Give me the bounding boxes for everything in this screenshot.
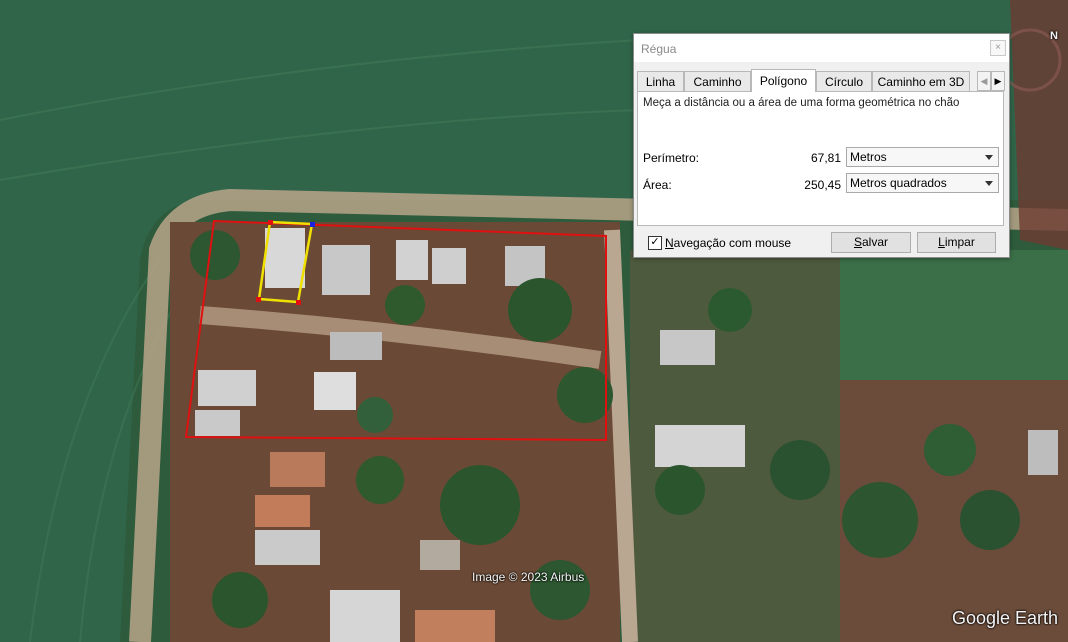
- tab-linha[interactable]: Linha: [637, 71, 684, 91]
- chevron-down-icon: [985, 155, 993, 160]
- mouse-navigation-label[interactable]: Navegação com mouse: [665, 236, 791, 250]
- clear-button[interactable]: Limpar: [917, 232, 996, 253]
- area-unit-select[interactable]: Metros quadrados: [846, 173, 999, 193]
- dialog-titlebar[interactable]: Régua ×: [634, 34, 1009, 62]
- chevron-down-icon: [985, 181, 993, 186]
- vertex-handle-active[interactable]: [310, 222, 315, 227]
- tab-scroll-right-icon[interactable]: ▶: [991, 71, 1005, 91]
- dialog-title: Régua: [641, 42, 677, 56]
- area-label: Área:: [643, 178, 672, 192]
- area-unit-value: Metros quadrados: [850, 176, 947, 190]
- google-earth-logo: Google Earth: [952, 608, 1059, 628]
- imagery-attribution: Image © 2023 Airbus: [472, 570, 585, 584]
- tab-caminho-3d[interactable]: Caminho em 3D: [872, 71, 970, 91]
- polygon-edge[interactable]: [257, 220, 314, 304]
- clear-button-label: Limpar: [938, 235, 975, 249]
- measurement-polygon[interactable]: [184, 219, 607, 442]
- ruler-dialog: Régua × Linha Caminho Polígono Círculo C…: [633, 33, 1010, 258]
- panel-description: Meça a distância ou a área de uma forma …: [643, 97, 960, 109]
- tab-circulo[interactable]: Círculo: [816, 71, 872, 91]
- perimeter-label: Perímetro:: [643, 151, 700, 165]
- mouse-navigation-label-text: avegação com mouse: [673, 236, 792, 250]
- perimeter-value: 67,81: [810, 151, 841, 165]
- tab-poligono[interactable]: Polígono: [751, 69, 816, 92]
- area-value: 250,45: [804, 178, 841, 192]
- vertex-handle[interactable]: [268, 220, 273, 225]
- perimeter-unit-select[interactable]: Metros: [846, 147, 999, 167]
- perimeter-unit-value: Metros: [850, 150, 887, 164]
- vertex-handle[interactable]: [256, 297, 261, 302]
- save-button-label: Salvar: [853, 235, 889, 249]
- tab-strip: Linha Caminho Polígono Círculo Caminho e…: [637, 69, 1005, 92]
- save-button[interactable]: Salvar: [831, 232, 911, 253]
- compass-north-label[interactable]: N: [1050, 30, 1058, 42]
- tab-scroll-left-icon[interactable]: ◀: [977, 71, 991, 91]
- polygon-panel: Meça a distância ou a área de uma forma …: [637, 91, 1004, 226]
- close-button[interactable]: ×: [990, 40, 1006, 56]
- mouse-navigation-checkbox[interactable]: ✓: [648, 236, 662, 250]
- dialog-footer: ✓ Navegação com mouse Salvar Limpar: [634, 230, 1009, 256]
- tab-caminho[interactable]: Caminho: [684, 71, 751, 91]
- vertex-handle[interactable]: [296, 300, 301, 305]
